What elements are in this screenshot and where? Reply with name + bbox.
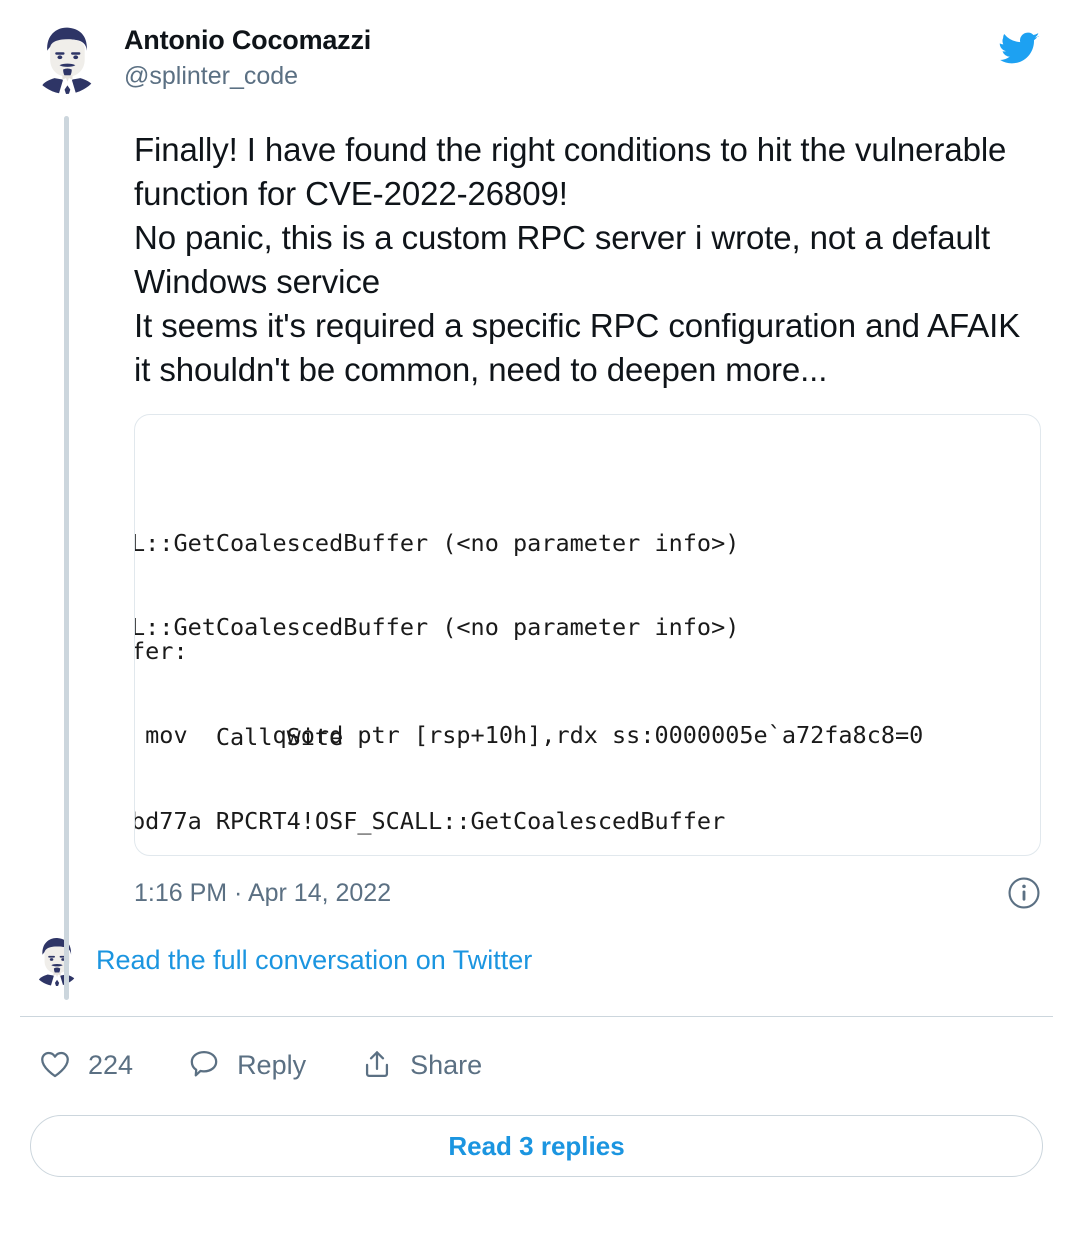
read-replies-label: Read 3 replies	[448, 1130, 625, 1161]
read-replies-button[interactable]: Read 3 replies	[30, 1115, 1043, 1177]
heart-icon	[38, 1047, 72, 1081]
timestamp-row: 1:16 PM · Apr 14, 2022	[134, 876, 1041, 910]
call-stack-line: bd77a RPCRT4!OSF_SCALL::GetCoalescedBuff…	[134, 807, 726, 835]
read-full-conversation-link[interactable]: Read the full conversation on Twitter	[96, 944, 532, 976]
tweet-text: Finally! I have found the right conditio…	[134, 131, 1021, 388]
twitter-bird-icon[interactable]	[997, 28, 1043, 68]
tweet-media-card[interactable]: L::GetCoalescedBuffer (<no parameter inf…	[134, 414, 1041, 856]
user-avatar-illustration-icon	[30, 934, 82, 986]
share-label: Share	[410, 1049, 483, 1080]
author-name-block: Antonio Cocomazzi @splinter_code	[124, 22, 371, 92]
tweet-header: Antonio Cocomazzi @splinter_code	[30, 22, 1043, 116]
divider	[20, 1016, 1053, 1017]
action-bar: 224 Reply Share	[30, 1035, 1043, 1093]
avatar[interactable]	[30, 22, 102, 94]
reply-button[interactable]: Reply	[187, 1047, 306, 1081]
share-button[interactable]: Share	[360, 1047, 482, 1081]
call-stack-header: Call Site	[134, 723, 344, 751]
tweet-embed-card: Antonio Cocomazzi @splinter_code Finally…	[0, 0, 1073, 1260]
debugger-screenshot-content: L::GetCoalescedBuffer (<no parameter inf…	[134, 415, 1040, 855]
speech-bubble-icon	[187, 1047, 221, 1081]
code-line: fer:	[134, 637, 188, 665]
reply-label: Reply	[237, 1049, 307, 1080]
like-count: 224	[88, 1049, 134, 1080]
tweet-body: Finally! I have found the right conditio…	[134, 116, 1043, 910]
thread-connector-line	[64, 116, 69, 1000]
info-circle-icon[interactable]	[1007, 876, 1041, 910]
code-line: L::GetCoalescedBuffer (<no parameter inf…	[134, 529, 740, 557]
like-button[interactable]: 224	[38, 1047, 133, 1081]
avatar-small[interactable]	[30, 934, 82, 986]
share-upload-icon	[360, 1047, 394, 1081]
debugger-call-stack: Call Site bd77a RPCRT4!OSF_SCALL::GetCoa…	[134, 667, 726, 855]
user-avatar-illustration-icon	[30, 22, 102, 94]
tweet-timestamp[interactable]: 1:16 PM · Apr 14, 2022	[134, 879, 391, 908]
conversation-row: Read the full conversation on Twitter	[30, 932, 1043, 988]
author-handle[interactable]: @splinter_code	[124, 60, 371, 93]
author-display-name[interactable]: Antonio Cocomazzi	[124, 24, 371, 57]
